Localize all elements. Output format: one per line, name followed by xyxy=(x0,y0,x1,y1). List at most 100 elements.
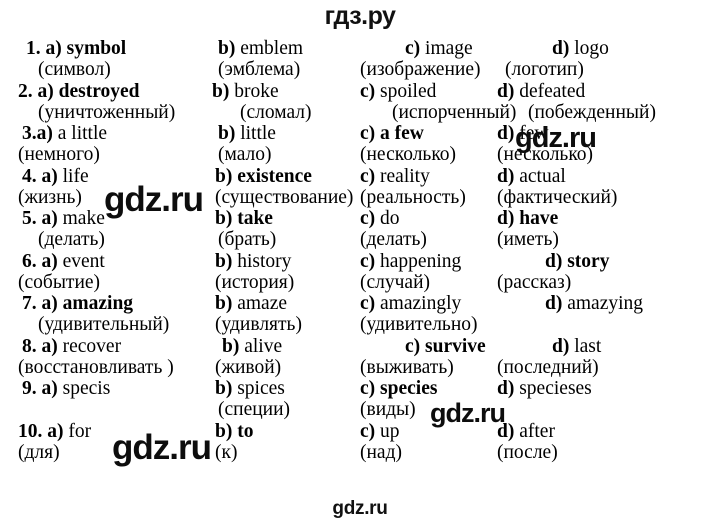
quiz-option[interactable]: 1. a) symbol xyxy=(26,38,126,59)
quiz-option[interactable]: 10. a) for xyxy=(18,421,91,442)
option-english: 3.a) a little xyxy=(22,123,107,144)
quiz-option[interactable]: d) last xyxy=(552,336,601,357)
option-english: c) survive xyxy=(405,336,486,357)
quiz-option[interactable]: c) reality xyxy=(360,166,430,187)
option-translation: (побежденный) xyxy=(528,101,656,123)
option-translation-wrap: (уничтоженный) xyxy=(38,102,175,123)
option-english: d) story xyxy=(545,251,609,272)
question-number: 10. xyxy=(18,420,43,442)
quiz-option[interactable]: b) to xyxy=(215,421,253,442)
option-letter: b) xyxy=(215,208,233,229)
quiz-option[interactable]: d) defeated xyxy=(497,81,585,102)
option-translation: (для) xyxy=(18,441,60,463)
option-translation: (уничтоженный) xyxy=(38,101,176,123)
quiz-option[interactable]: c) survive xyxy=(405,336,486,357)
option-english: 2. a) destroyed xyxy=(18,81,140,102)
option-translation: (логотип) xyxy=(505,59,584,80)
option-word: a little xyxy=(57,123,108,144)
quiz-option[interactable]: b) spices xyxy=(215,378,285,399)
quiz-option[interactable]: b) alive xyxy=(222,336,282,357)
option-word: recover xyxy=(62,335,122,357)
quiz-option[interactable]: 9. a) specis xyxy=(22,378,110,399)
option-translation: (специи) xyxy=(218,399,291,420)
option-word: image xyxy=(425,38,473,59)
quiz-option[interactable]: c) spoiled xyxy=(360,81,436,102)
quiz-option[interactable]: d) amazying xyxy=(545,293,643,314)
option-letter: a) xyxy=(41,293,58,314)
option-translation-wrap: (удивлять) xyxy=(215,314,302,335)
option-letter: b) xyxy=(212,80,230,102)
quiz-option[interactable]: b) history xyxy=(215,251,291,272)
quiz-option[interactable]: d) have xyxy=(497,208,558,229)
option-letter: a) xyxy=(41,208,58,229)
option-letter: b) xyxy=(218,123,236,144)
option-translation-wrap: (немного) xyxy=(18,144,100,165)
quiz-option[interactable]: c) happening xyxy=(360,251,461,272)
option-translation: (брать) xyxy=(218,229,277,250)
quiz-option[interactable]: b) little xyxy=(218,123,276,144)
quiz-option[interactable]: c) amazingly xyxy=(360,293,461,314)
option-translation: (несколько) xyxy=(360,144,457,165)
quiz-option[interactable]: 3.a) a little xyxy=(22,123,107,144)
quiz-option[interactable]: b) amaze xyxy=(215,293,287,314)
quiz-option[interactable]: d) story xyxy=(545,251,609,272)
option-word: take xyxy=(237,208,273,229)
quiz-option[interactable]: c) do xyxy=(360,208,400,229)
quiz-option[interactable]: 6. a) event xyxy=(22,251,105,272)
option-translation: (последний) xyxy=(497,356,599,378)
quiz-row: 10. a) for (для) b) to (к) c) up (над) d) afte… xyxy=(0,421,720,464)
option-translation: (существование) xyxy=(215,186,354,208)
option-translation: (эмблема) xyxy=(218,59,301,80)
quiz-option[interactable]: 7. a) amazing xyxy=(22,293,133,314)
option-translation-wrap: (сломал) xyxy=(240,102,312,123)
quiz-row: 9. a) specis b) spices (специи) c) species(… xyxy=(0,378,720,421)
quiz-option[interactable]: d) specieses xyxy=(497,378,592,399)
quiz-row: 7. a) amazing (удивительный) b) amaze (удив… xyxy=(0,293,720,336)
option-english: c) do xyxy=(360,208,400,229)
option-translation: (удивительный) xyxy=(38,314,170,335)
quiz-option[interactable]: 8. a) recover xyxy=(22,336,121,357)
option-word: emblem xyxy=(240,38,304,59)
option-word: amazying xyxy=(567,293,644,314)
quiz-option[interactable]: c) a few xyxy=(360,123,424,144)
option-word: spoiled xyxy=(380,80,437,102)
option-letter: a) xyxy=(37,80,54,102)
quiz-option[interactable]: c) image xyxy=(405,38,473,59)
question-number: 8. xyxy=(22,335,37,357)
option-word: do xyxy=(380,208,400,229)
quiz-option[interactable]: 4. a) life xyxy=(22,166,89,187)
quiz-option[interactable]: 2. a) destroyed xyxy=(18,81,140,102)
option-word: to xyxy=(237,420,254,442)
option-translation-wrap: (виды) xyxy=(360,399,416,420)
quiz-option[interactable]: b) existence xyxy=(215,166,312,187)
site-footer: gdz.ru xyxy=(332,498,388,519)
option-english: 6. a) event xyxy=(22,251,105,272)
option-letter: d) xyxy=(545,293,563,314)
option-translation-wrap: (эмблема) xyxy=(218,59,300,80)
option-letter: c) xyxy=(405,38,421,59)
option-letter: c) xyxy=(405,335,421,357)
quiz-option[interactable]: c) species xyxy=(360,378,437,399)
quiz-option[interactable]: d) logo xyxy=(552,38,609,59)
quiz-option[interactable]: c) up xyxy=(360,421,400,442)
quiz-option[interactable]: 5. a) make xyxy=(22,208,105,229)
quiz-option[interactable]: d) after xyxy=(497,421,555,442)
quiz-option[interactable]: b) broke xyxy=(212,81,279,102)
option-letter: b) xyxy=(215,165,233,187)
option-translation-wrap: (брать) xyxy=(218,229,276,250)
quiz-option[interactable]: d) actual xyxy=(497,166,566,187)
option-letter: c) xyxy=(360,80,376,102)
quiz-option[interactable]: b) take xyxy=(215,208,273,229)
option-translation: (виды) xyxy=(360,399,416,420)
quiz-option[interactable]: b) emblem xyxy=(218,38,303,59)
option-letter: c) xyxy=(360,123,376,144)
option-letter: c) xyxy=(360,293,376,314)
option-word: actual xyxy=(519,165,566,187)
option-letter: c) xyxy=(360,165,376,187)
option-translation: (история) xyxy=(215,271,295,293)
option-translation: (к) xyxy=(215,441,238,463)
quiz-row: 6. a) event (событие) b) history (история) c… xyxy=(0,251,720,294)
option-translation: (делать) xyxy=(38,229,105,250)
option-english: d) defeated xyxy=(497,81,585,102)
option-letter: d) xyxy=(497,165,515,187)
